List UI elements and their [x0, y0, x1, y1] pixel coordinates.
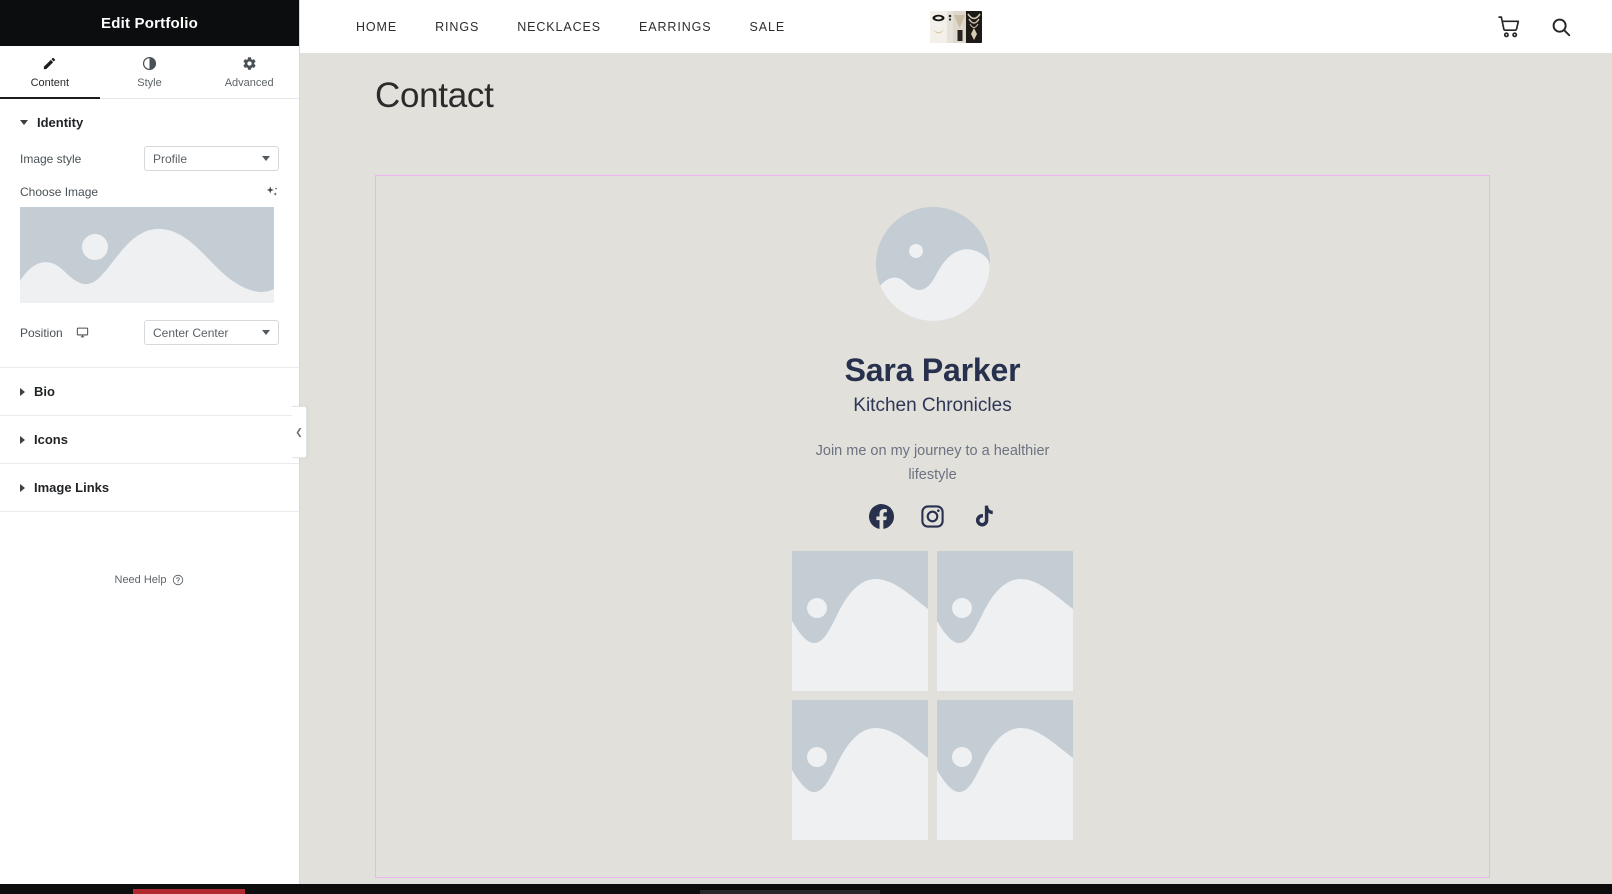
avatar[interactable]	[875, 207, 990, 321]
nav-link-rings[interactable]: RINGS	[435, 20, 479, 34]
gallery-image-2[interactable]	[937, 551, 1073, 692]
caret-down-icon	[20, 120, 28, 125]
facebook-icon[interactable]	[869, 504, 894, 530]
section-image-links: Image Links	[0, 464, 299, 512]
section-identity-header[interactable]: Identity	[0, 99, 299, 146]
instagram-icon[interactable]	[920, 504, 945, 529]
image-preview-thumbnail[interactable]	[20, 207, 274, 303]
panel-tabs: Content Style Advanced	[0, 46, 299, 99]
image-placeholder-graphic	[20, 207, 274, 303]
panel-collapse-handle[interactable]: ❮	[292, 406, 307, 458]
nav-link-home[interactable]: HOME	[356, 20, 397, 34]
position-select[interactable]: Center Center	[144, 320, 279, 345]
gallery-placeholder-graphic	[792, 700, 928, 841]
search-icon[interactable]	[1550, 16, 1572, 38]
portfolio-widget[interactable]: Sara Parker Kitchen Chronicles Join me o…	[375, 175, 1490, 878]
site-navigation-bar: HOME RINGS NECKLACES EARRINGS SALE	[300, 0, 1612, 53]
tab-advanced[interactable]: Advanced	[199, 46, 299, 98]
chevron-down-icon	[262, 330, 270, 335]
gallery-placeholder-graphic	[792, 551, 928, 692]
profile-subtitle: Kitchen Chronicles	[853, 395, 1012, 416]
gear-icon	[242, 56, 257, 72]
editor-panel: Edit Portfolio Content Style Advanced Id…	[0, 0, 300, 894]
gallery-placeholder-graphic	[937, 551, 1073, 692]
image-style-label: Image style	[20, 151, 82, 166]
chevron-down-icon	[262, 156, 270, 161]
bottom-scrollbar[interactable]	[700, 890, 880, 894]
contrast-icon	[142, 56, 157, 72]
panel-body: Identity Image style Profile Choose Imag…	[0, 99, 299, 894]
image-style-value: Profile	[153, 151, 188, 166]
need-help-link[interactable]: Need Help	[0, 574, 299, 586]
caret-right-icon	[20, 483, 25, 492]
position-value: Center Center	[153, 325, 229, 340]
tab-content-label: Content	[30, 76, 70, 89]
jewelry-collage-logo-graphic	[930, 10, 982, 43]
gallery-image-4[interactable]	[937, 700, 1073, 841]
section-identity-content: Image style Profile Choose Image Positio…	[0, 146, 299, 367]
nav-actions	[1497, 14, 1572, 39]
section-icons-title: Icons	[34, 432, 68, 447]
chevron-left-icon: ❮	[295, 426, 303, 437]
site-canvas: Contact Sara Parker Kitchen Chronicles J…	[300, 53, 1612, 894]
panel-header: Edit Portfolio	[0, 0, 299, 46]
section-icons-header[interactable]: Icons	[0, 416, 299, 463]
tab-advanced-label: Advanced	[224, 76, 274, 89]
position-row: Position Center Center	[20, 320, 279, 345]
section-identity-title: Identity	[37, 115, 84, 130]
nav-link-earrings[interactable]: EARRINGS	[639, 20, 712, 34]
shopping-cart-icon[interactable]	[1497, 14, 1522, 39]
editor-application: Edit Portfolio Content Style Advanced Id…	[0, 0, 1612, 894]
question-circle-icon	[172, 574, 184, 586]
tab-style[interactable]: Style	[100, 46, 200, 98]
page-title: Contact	[375, 76, 494, 115]
site-preview: HOME RINGS NECKLACES EARRINGS SALE Conta…	[300, 0, 1612, 894]
tab-content[interactable]: Content	[0, 46, 100, 99]
sparkles-icon[interactable]	[265, 185, 279, 199]
image-style-row: Image style Profile	[20, 146, 279, 171]
desktop-icon[interactable]	[76, 326, 89, 339]
position-label-wrap: Position	[20, 326, 89, 340]
site-logo[interactable]	[930, 10, 982, 43]
publish-button[interactable]	[133, 889, 245, 894]
nav-links: HOME RINGS NECKLACES EARRINGS SALE	[356, 20, 785, 34]
tiktok-icon[interactable]	[971, 504, 996, 529]
section-bio-title: Bio	[34, 384, 55, 399]
gallery-placeholder-graphic	[937, 700, 1073, 841]
tab-style-label: Style	[137, 76, 162, 89]
caret-right-icon	[20, 387, 25, 396]
nav-link-sale[interactable]: SALE	[750, 20, 786, 34]
choose-image-row: Choose Image	[20, 185, 279, 199]
social-icons-row	[869, 504, 996, 530]
avatar-placeholder-graphic	[875, 207, 990, 321]
bottom-toolbar	[0, 884, 1612, 894]
section-bio-header[interactable]: Bio	[0, 368, 299, 415]
panel-title: Edit Portfolio	[101, 14, 198, 32]
image-style-select[interactable]: Profile	[144, 146, 279, 171]
image-gallery-grid	[792, 551, 1073, 841]
pencil-icon	[42, 56, 57, 72]
nav-link-necklaces[interactable]: NECKLACES	[517, 20, 601, 34]
section-bio: Bio	[0, 368, 299, 416]
choose-image-label: Choose Image	[20, 185, 99, 199]
section-identity: Identity Image style Profile Choose Imag…	[0, 99, 299, 368]
need-help-label: Need Help	[114, 574, 167, 586]
section-icons: Icons	[0, 416, 299, 464]
section-image-links-header[interactable]: Image Links	[0, 464, 299, 511]
gallery-image-3[interactable]	[792, 700, 928, 841]
section-image-links-title: Image Links	[34, 480, 110, 495]
caret-right-icon	[20, 435, 25, 444]
gallery-image-1[interactable]	[792, 551, 928, 692]
profile-bio: Join me on my journey to a healthier lif…	[815, 443, 1050, 483]
position-label: Position	[20, 325, 63, 340]
profile-name: Sara Parker	[844, 352, 1021, 388]
